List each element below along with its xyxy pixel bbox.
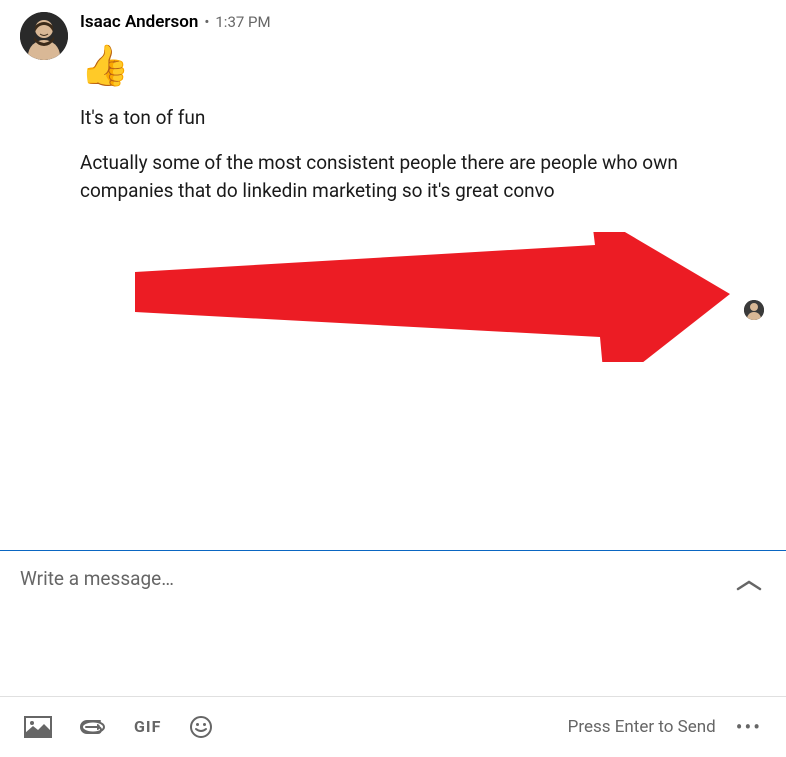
sender-name[interactable]: Isaac Anderson bbox=[80, 12, 198, 32]
attachment-icon[interactable] bbox=[80, 720, 106, 734]
message-text-2: Actually some of the most consistent peo… bbox=[80, 149, 766, 206]
sender-avatar[interactable] bbox=[20, 12, 68, 60]
annotation-arrow bbox=[135, 232, 735, 366]
toolbar-right: Press Enter to Send ••• bbox=[568, 715, 762, 739]
compose-toolbar: GIF Press Enter to Send ••• bbox=[0, 696, 786, 757]
message-text-1: It's a ton of fun bbox=[80, 104, 766, 133]
message-timestamp: 1:37 PM bbox=[215, 13, 270, 31]
emoji-icon[interactable] bbox=[189, 715, 213, 739]
message-content: Isaac Anderson • 1:37 PM 👍 It's a ton of… bbox=[80, 12, 766, 222]
image-icon[interactable] bbox=[24, 716, 52, 738]
sender-line: Isaac Anderson • 1:37 PM bbox=[80, 12, 766, 32]
compose-placeholder[interactable]: Write a message… bbox=[20, 567, 174, 590]
toolbar-left: GIF bbox=[24, 715, 213, 739]
message-header: Isaac Anderson • 1:37 PM 👍 It's a ton of… bbox=[20, 12, 766, 222]
send-hint-text[interactable]: Press Enter to Send bbox=[568, 717, 716, 737]
read-receipt-avatar[interactable] bbox=[744, 300, 764, 320]
thumbs-up-emoji: 👍 bbox=[80, 46, 766, 86]
collapse-icon[interactable] bbox=[732, 567, 766, 603]
message-area: Isaac Anderson • 1:37 PM 👍 It's a ton of… bbox=[0, 0, 786, 230]
bullet-separator: • bbox=[204, 13, 209, 31]
more-options-icon[interactable]: ••• bbox=[736, 715, 762, 739]
gif-icon[interactable]: GIF bbox=[134, 717, 161, 736]
compose-area[interactable]: Write a message… bbox=[0, 551, 786, 696]
